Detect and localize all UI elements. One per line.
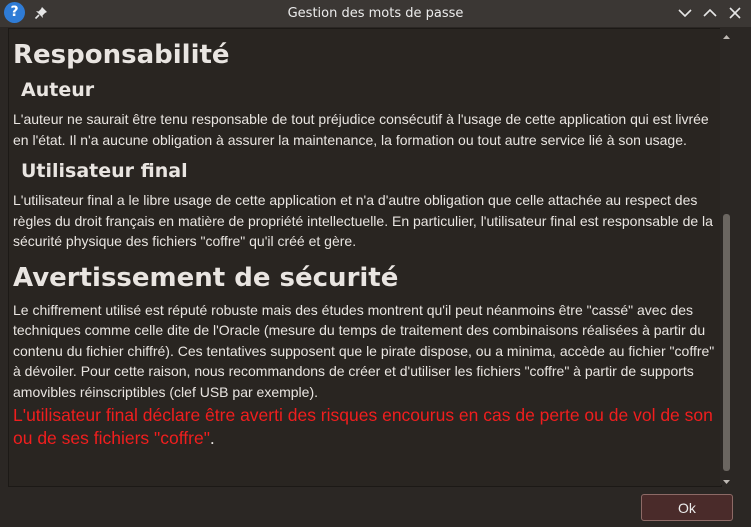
- scroll-up-arrow-icon[interactable]: [720, 28, 733, 40]
- chevron-down-icon[interactable]: [675, 4, 695, 22]
- ok-button[interactable]: Ok: [641, 494, 733, 521]
- warning-statement: L'utilisateur final déclare être averti …: [13, 404, 717, 450]
- heading-avertissement: Avertissement de sécurité: [13, 262, 399, 293]
- scrollbar-thumb[interactable]: [723, 214, 730, 471]
- window-title: Gestion des mots de passe: [287, 6, 464, 21]
- warning-text: L'utilisateur final déclare être averti …: [13, 405, 713, 448]
- vertical-scrollbar[interactable]: [720, 28, 733, 485]
- paragraph-avertissement: Le chiffrement utilisé est réputé robust…: [13, 301, 715, 400]
- paragraph-auteur: L'auteur ne saurait être tenu responsabl…: [13, 111, 709, 148]
- heading-auteur: Auteur: [21, 79, 95, 101]
- title-bar: Gestion des mots de passe ?: [0, 0, 751, 27]
- warning-period: .: [209, 428, 215, 448]
- pin-icon[interactable]: [33, 5, 49, 21]
- paragraph-utilisateur-final: L'utilisateur final a le libre usage de …: [13, 192, 713, 249]
- scroll-down-arrow-icon[interactable]: [720, 473, 733, 485]
- document-body: Responsabilité Auteur L'auteur ne saurai…: [9, 39, 721, 450]
- chevron-up-icon[interactable]: [700, 4, 720, 22]
- license-text-view[interactable]: Responsabilité Auteur L'auteur ne saurai…: [8, 28, 722, 487]
- heading-responsabilite: Responsabilité: [13, 40, 230, 70]
- heading-utilisateur-final: Utilisateur final: [21, 160, 188, 182]
- help-icon[interactable]: ?: [4, 2, 25, 23]
- close-icon[interactable]: [725, 4, 745, 22]
